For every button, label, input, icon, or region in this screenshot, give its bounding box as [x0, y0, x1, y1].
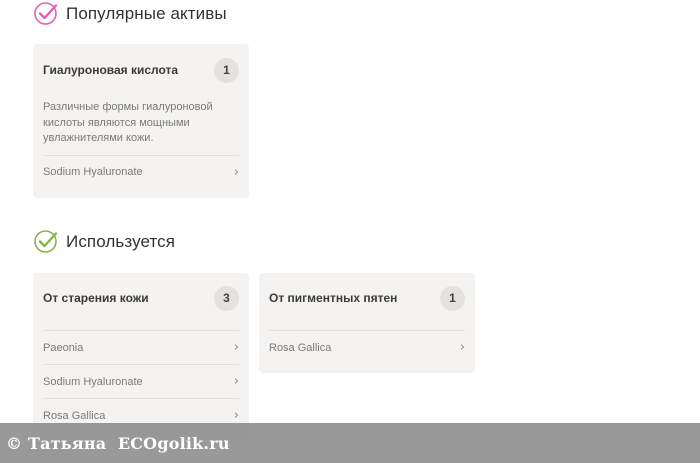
- chevron-right-icon: ›: [233, 374, 239, 389]
- card-pigment-spots: От пигментных пятен 1 Rosa Gallica ›: [259, 273, 475, 373]
- count-badge: 3: [214, 285, 239, 311]
- count-badge: 1: [214, 57, 239, 83]
- card-description: Различные формы гиалуроновой кислоты явл…: [43, 100, 239, 156]
- list-item-label: Paeonia: [43, 341, 84, 354]
- card-header[interactable]: Гиалуроновая кислота 1: [43, 44, 239, 96]
- list-item-sodium-hyaluronate[interactable]: Sodium Hyaluronate ›: [43, 364, 239, 398]
- card-title: От старения кожи: [43, 291, 149, 305]
- section-title-popular-actives: Популярные активы: [33, 1, 227, 26]
- chevron-right-icon: ›: [459, 340, 465, 355]
- checkmark-circle-icon: [34, 230, 58, 253]
- card-header[interactable]: От старения кожи 3: [43, 273, 239, 323]
- count-badge: 1: [440, 285, 465, 311]
- section-title-label: Используется: [66, 231, 176, 251]
- card-title: От пигментных пятен: [269, 291, 398, 305]
- checkmark-circle-icon: [34, 2, 58, 25]
- list-item-label: Rosa Gallica: [269, 341, 332, 354]
- card-header[interactable]: От пигментных пятен 1: [269, 273, 465, 323]
- section-title-label: Популярные активы: [66, 3, 227, 23]
- list-item-label: Rosa Gallica: [43, 409, 106, 422]
- chevron-right-icon: ›: [233, 340, 239, 355]
- list-item-paeonia[interactable]: Paeonia ›: [43, 330, 239, 364]
- chevron-right-icon: ›: [233, 164, 239, 180]
- watermark-bar: © Татьяна ECOgolik.ru: [0, 423, 700, 463]
- card-hyaluronic-acid: Гиалуроновая кислота 1 Различные формы г…: [33, 44, 249, 198]
- section-title-used: Используется: [33, 229, 175, 254]
- list-item-label: Sodium Hyaluronate: [43, 166, 143, 178]
- chevron-right-icon: ›: [233, 408, 239, 423]
- card-anti-aging: От старения кожи 3 Paeonia › Sodium Hyal…: [33, 273, 249, 439]
- card-title: Гиалуроновая кислота: [43, 63, 179, 77]
- list-item-rosa-gallica[interactable]: Rosa Gallica ›: [269, 330, 465, 364]
- list-item-label: Sodium Hyaluronate: [43, 375, 143, 388]
- list-item-sodium-hyaluronate[interactable]: Sodium Hyaluronate ›: [43, 156, 239, 189]
- watermark-text: © Татьяна ECOgolik.ru: [6, 433, 230, 453]
